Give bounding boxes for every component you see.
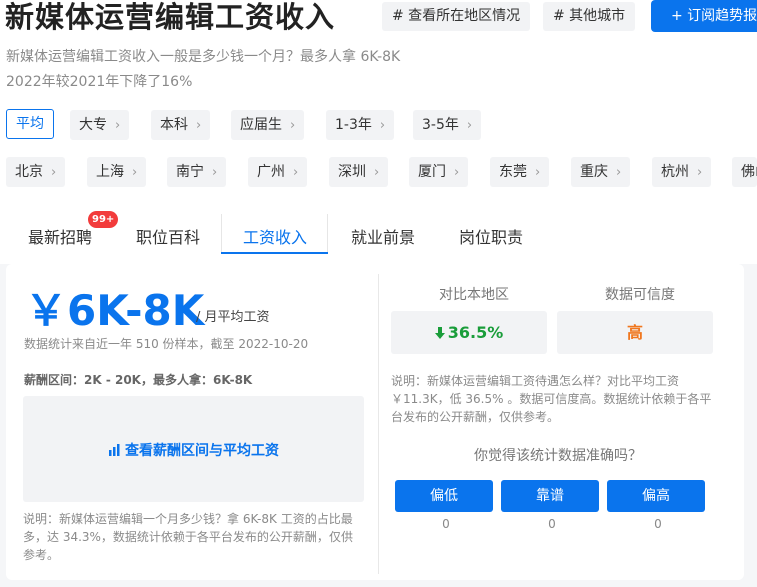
- vote-high-count: 0: [654, 517, 662, 531]
- city-shanghai[interactable]: 上海 ›: [87, 157, 147, 187]
- city-label: 深圳: [338, 164, 366, 180]
- filter-junior-college[interactable]: 大专 ›: [70, 110, 130, 140]
- filter-bachelor[interactable]: 本科 ›: [151, 110, 211, 140]
- salary-note: 说明：新媒体运营编辑一个月多少钱？拿 6K-8K 工资的占比最多，达 34.3%…: [23, 512, 353, 562]
- view-range-link[interactable]: 查看薪酬区间与平均工资: [108, 440, 279, 460]
- filter-label: 1-3年: [335, 117, 372, 133]
- city-hangzhou[interactable]: 杭州 ›: [652, 157, 712, 187]
- vote-accurate-count: 0: [548, 517, 556, 531]
- compare-local-heading: 对比本地区: [439, 287, 509, 303]
- vote-low-count: 0: [442, 517, 450, 531]
- vote-accurate-button[interactable]: 靠谱: [501, 480, 599, 512]
- filter-average[interactable]: 平均: [6, 109, 54, 139]
- trust-heading: 数据可信度: [605, 287, 675, 303]
- chevron-right-icon: ›: [616, 165, 622, 180]
- city-label: 上海: [96, 164, 124, 180]
- tab-label: 工资收入: [243, 228, 308, 247]
- chevron-right-icon: ›: [697, 165, 703, 180]
- city-label: 重庆: [580, 164, 608, 180]
- tab-job-wiki[interactable]: 职位百科: [136, 224, 200, 248]
- chevron-right-icon: ›: [132, 165, 138, 180]
- city-label: 厦门: [418, 164, 446, 180]
- arrow-down-icon: [434, 327, 445, 339]
- city-xiamen[interactable]: 厦门 ›: [409, 157, 469, 187]
- chevron-right-icon: ›: [454, 165, 460, 180]
- city-dongguan[interactable]: 东莞 ›: [490, 157, 550, 187]
- city-foshan[interactable]: 佛山: [732, 157, 757, 187]
- salary-range: 薪酬区间：2K - 20K，最多人拿：6K-8K: [24, 373, 253, 387]
- trend-line: 2022年较2021年下降了16%: [6, 74, 193, 90]
- chevron-right-icon: ›: [466, 118, 473, 133]
- average-salary: ￥6K-8K: [25, 286, 205, 335]
- city-label: 东莞: [499, 164, 527, 180]
- filter-label: 本科: [160, 117, 188, 133]
- tab-prospects[interactable]: 就业前景: [351, 224, 415, 248]
- filter-label: 应届生: [240, 117, 282, 133]
- active-tab-indicator: [221, 252, 328, 254]
- compare-note: 说明：新媒体运营编辑工资待遇怎么样？对比平均工资 ￥11.3K，低 36.5% …: [391, 374, 712, 424]
- filter-label: 大专: [79, 117, 107, 133]
- subscribe-button[interactable]: + 订阅趋势报告: [651, 0, 757, 32]
- panel-divider: [378, 274, 379, 574]
- link-label: 查看薪酬区间与平均工资: [125, 443, 279, 459]
- chevron-right-icon: ›: [196, 118, 202, 133]
- other-city-tag-button[interactable]: # 其他城市: [543, 2, 636, 31]
- page-title: 新媒体运营编辑工资收入: [5, 0, 336, 34]
- tab-duties[interactable]: 岗位职责: [459, 224, 523, 248]
- city-label: 北京: [15, 164, 43, 180]
- tab-latest-jobs[interactable]: 最新招聘: [28, 224, 92, 248]
- summary-line: 新媒体运营编辑工资收入一般是多少钱一个月？最多人拿 6K-8K: [6, 49, 401, 65]
- trust-value: 高: [557, 311, 713, 354]
- accuracy-question: 你觉得该统计数据准确吗？: [474, 448, 642, 464]
- city-nanning[interactable]: 南宁 ›: [167, 157, 227, 187]
- tab-salary[interactable]: 工资收入: [243, 224, 307, 248]
- vote-low-button[interactable]: 偏低: [395, 480, 493, 512]
- filter-graduate[interactable]: 应届生 ›: [231, 110, 305, 140]
- count-badge: 99+: [88, 211, 119, 228]
- compare-local-value: 36.5%: [391, 311, 547, 354]
- tab-label: 岗位职责: [459, 228, 524, 247]
- percent-value: 36.5%: [447, 323, 504, 342]
- filter-label: 平均: [16, 116, 44, 132]
- chevron-right-icon: ›: [115, 118, 121, 133]
- filter-label: 3-5年: [422, 117, 459, 133]
- chevron-right-icon: ›: [212, 165, 218, 180]
- filter-1-3-years[interactable]: 1-3年 ›: [326, 110, 395, 140]
- city-beijing[interactable]: 北京 ›: [6, 157, 66, 187]
- tab-bar: 最新招聘 99+ 职位百科 工资收入 就业前景 岗位职责: [0, 211, 757, 254]
- sample-stat: 数据统计来自近一年 510 份样本，截至 2022-10-20: [24, 337, 309, 351]
- bar-chart-icon: [109, 444, 120, 456]
- city-shenzhen[interactable]: 深圳 ›: [329, 157, 389, 187]
- tab-label: 最新招聘: [28, 228, 93, 247]
- chevron-right-icon: ›: [535, 165, 541, 180]
- vote-high-button[interactable]: 偏高: [607, 480, 705, 512]
- salary-unit: / 月平均工资: [196, 310, 270, 325]
- tab-label: 职位百科: [136, 228, 201, 247]
- tab-label: 就业前景: [351, 228, 416, 247]
- city-label: 南宁: [176, 164, 204, 180]
- chevron-right-icon: ›: [290, 118, 296, 133]
- chevron-right-icon: ›: [379, 118, 386, 133]
- filter-3-5-years[interactable]: 3-5年 ›: [413, 110, 482, 140]
- city-chongqing[interactable]: 重庆 ›: [571, 157, 631, 187]
- chevron-right-icon: ›: [51, 165, 57, 180]
- chevron-right-icon: ›: [374, 165, 380, 180]
- city-label: 佛山: [741, 164, 757, 180]
- city-guangzhou[interactable]: 广州 ›: [248, 157, 308, 187]
- region-tag-button[interactable]: # 查看所在地区情况: [382, 2, 531, 31]
- city-label: 广州: [257, 164, 285, 180]
- city-label: 杭州: [661, 164, 689, 180]
- chevron-right-icon: ›: [293, 165, 299, 180]
